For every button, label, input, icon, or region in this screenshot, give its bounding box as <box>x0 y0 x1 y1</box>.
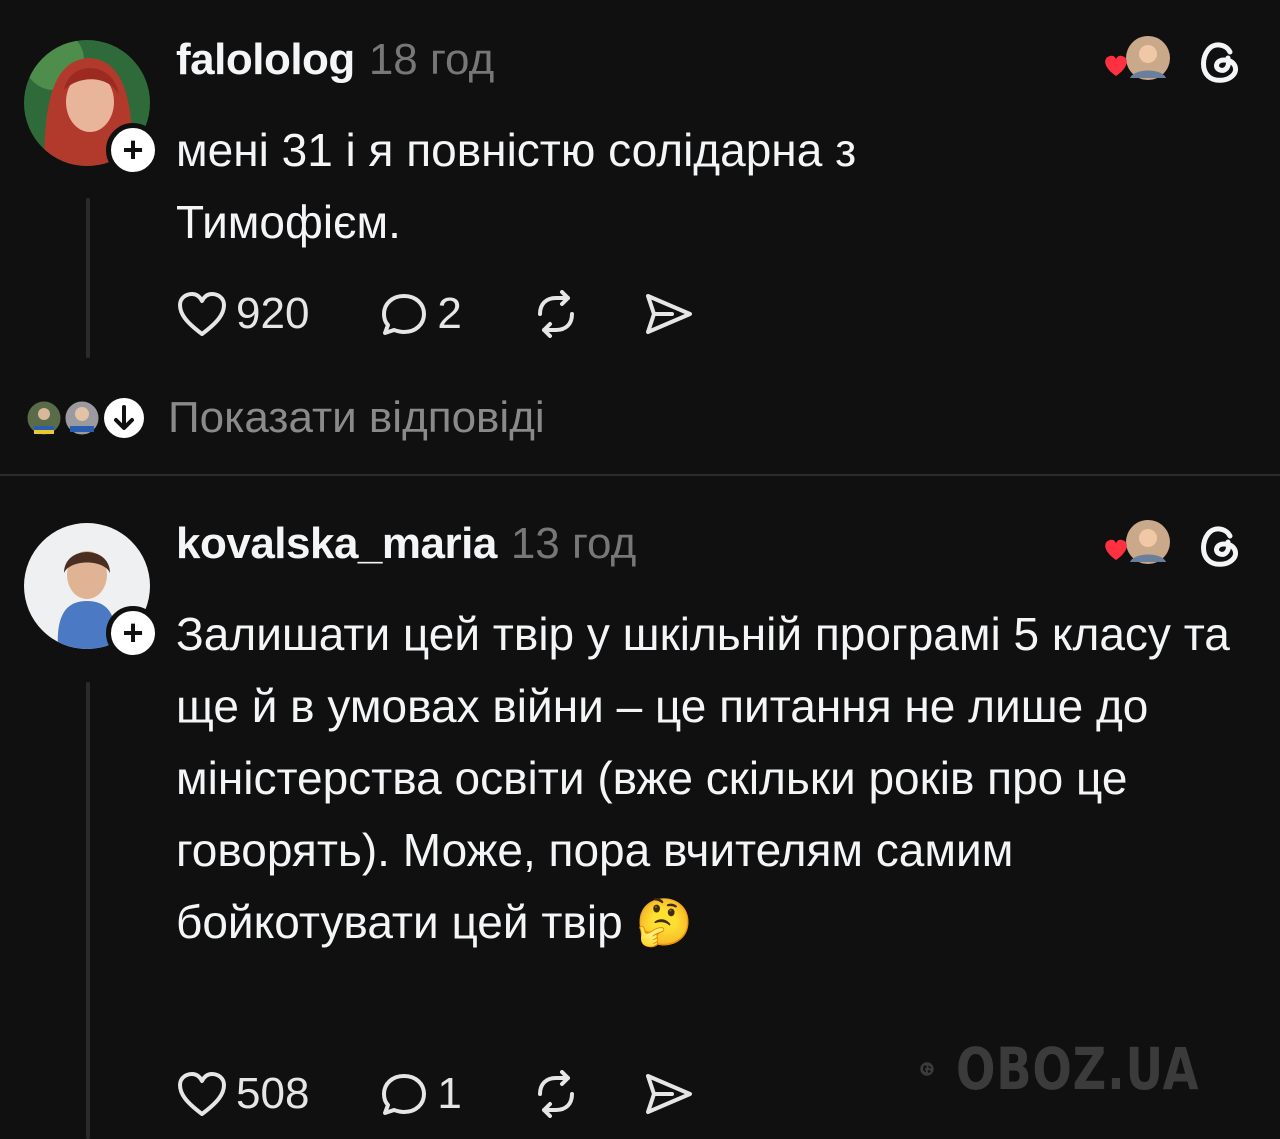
reply-button[interactable]: 2 <box>379 289 462 339</box>
heart-icon <box>178 1072 226 1116</box>
threads-logo-icon[interactable] <box>1196 38 1244 86</box>
post-text: мені 31 і я повністю солідарна з Тимофіє… <box>176 124 857 248</box>
username[interactable]: kovalska_maria <box>176 519 497 569</box>
heart-icon <box>178 292 226 336</box>
globe-icon <box>920 1062 934 1076</box>
liked-by-indicator[interactable] <box>1100 518 1170 568</box>
thread-line <box>86 682 90 1139</box>
show-replies-row[interactable]: Показати відповіді <box>24 390 545 446</box>
like-count: 920 <box>236 289 310 338</box>
repost-button[interactable] <box>530 290 582 338</box>
repost-icon <box>537 1070 574 1118</box>
like-button[interactable]: 508 <box>176 1069 309 1119</box>
like-button[interactable]: 920 <box>176 289 309 339</box>
follow-plus-icon[interactable]: + <box>106 606 160 660</box>
post-header: falololog 18 год <box>176 35 494 95</box>
thread-line <box>86 198 90 358</box>
share-button[interactable] <box>642 290 694 338</box>
reply-count: 1 <box>437 1069 462 1118</box>
show-replies-label[interactable]: Показати відповіді <box>168 393 545 443</box>
post-actions: 508 1 <box>176 1066 754 1122</box>
post-text: Залишати цей твір у шкільній програмі 5 … <box>176 608 1230 948</box>
repost-icon <box>537 290 574 338</box>
watermark-text: OBOZ.UA <box>955 1035 1200 1103</box>
reply-button[interactable]: 1 <box>379 1069 462 1119</box>
comment-icon <box>382 294 427 335</box>
post-actions: 920 2 <box>176 286 754 342</box>
repost-button[interactable] <box>530 1070 582 1118</box>
watermark: OBOZ.UA <box>920 1014 1260 1124</box>
follow-plus-icon[interactable]: + <box>106 123 160 177</box>
like-count: 508 <box>236 1069 310 1118</box>
username[interactable]: falololog <box>176 35 355 85</box>
timestamp: 18 год <box>368 35 495 84</box>
post-header: kovalska_maria 13 год <box>176 519 636 579</box>
share-icon <box>645 294 692 334</box>
share-icon <box>645 1074 692 1114</box>
reply-count: 2 <box>437 289 462 338</box>
liked-by-indicator[interactable] <box>1100 34 1170 84</box>
timestamp: 13 год <box>510 519 637 568</box>
comment-icon <box>382 1074 427 1115</box>
post-divider <box>0 474 1280 476</box>
share-button[interactable] <box>642 1070 694 1118</box>
arrow-down-icon <box>114 405 134 430</box>
threads-logo-icon[interactable] <box>1196 522 1244 570</box>
